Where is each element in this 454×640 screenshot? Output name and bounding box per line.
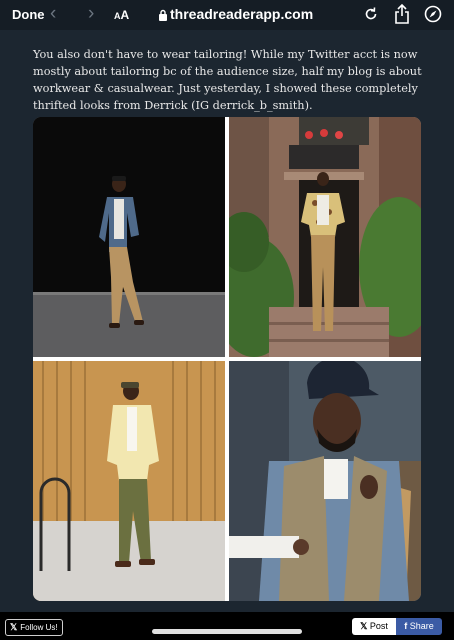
photo-denim-jacket-man[interactable] xyxy=(33,117,225,357)
photo-grid xyxy=(33,117,421,601)
home-indicator[interactable] xyxy=(152,629,302,634)
lock-icon xyxy=(158,8,168,26)
x-logo-icon: 𝕏 xyxy=(10,622,18,632)
done-button[interactable]: Done xyxy=(12,7,45,22)
post-button[interactable]: 𝕏 Post xyxy=(352,618,396,635)
share-icon[interactable] xyxy=(393,3,411,30)
compass-icon[interactable] xyxy=(424,5,442,28)
photo-patterned-shirt-man[interactable] xyxy=(229,117,421,357)
text-size-button[interactable]: AA xyxy=(114,8,129,22)
post-label: Post xyxy=(369,621,388,631)
facebook-icon: f xyxy=(404,621,408,631)
reload-icon[interactable] xyxy=(363,6,379,27)
share-button[interactable]: f Share xyxy=(396,618,442,635)
forward-icon[interactable]: › xyxy=(88,3,94,25)
follow-us-label: Follow Us! xyxy=(20,623,58,632)
photo-yellow-jacket-man[interactable] xyxy=(33,361,225,601)
address-bar-url[interactable]: threadreaderapp.com xyxy=(170,6,313,22)
thread-content: You also don't have to wear tailoring! W… xyxy=(0,30,454,612)
share-label: Share xyxy=(409,621,434,631)
bottom-bar: 𝕏 Follow Us! 𝕏 Post f Share xyxy=(0,612,454,640)
follow-us-button[interactable]: 𝕏 Follow Us! xyxy=(5,619,63,636)
photo-utility-vest-man[interactable] xyxy=(229,361,421,601)
back-icon[interactable]: ‹ xyxy=(50,3,56,25)
tweet-text: You also don't have to wear tailoring! W… xyxy=(33,48,422,112)
x-logo-icon: 𝕏 xyxy=(360,621,368,631)
browser-toolbar: Done ‹ › AA threadreaderapp.com xyxy=(0,0,454,30)
